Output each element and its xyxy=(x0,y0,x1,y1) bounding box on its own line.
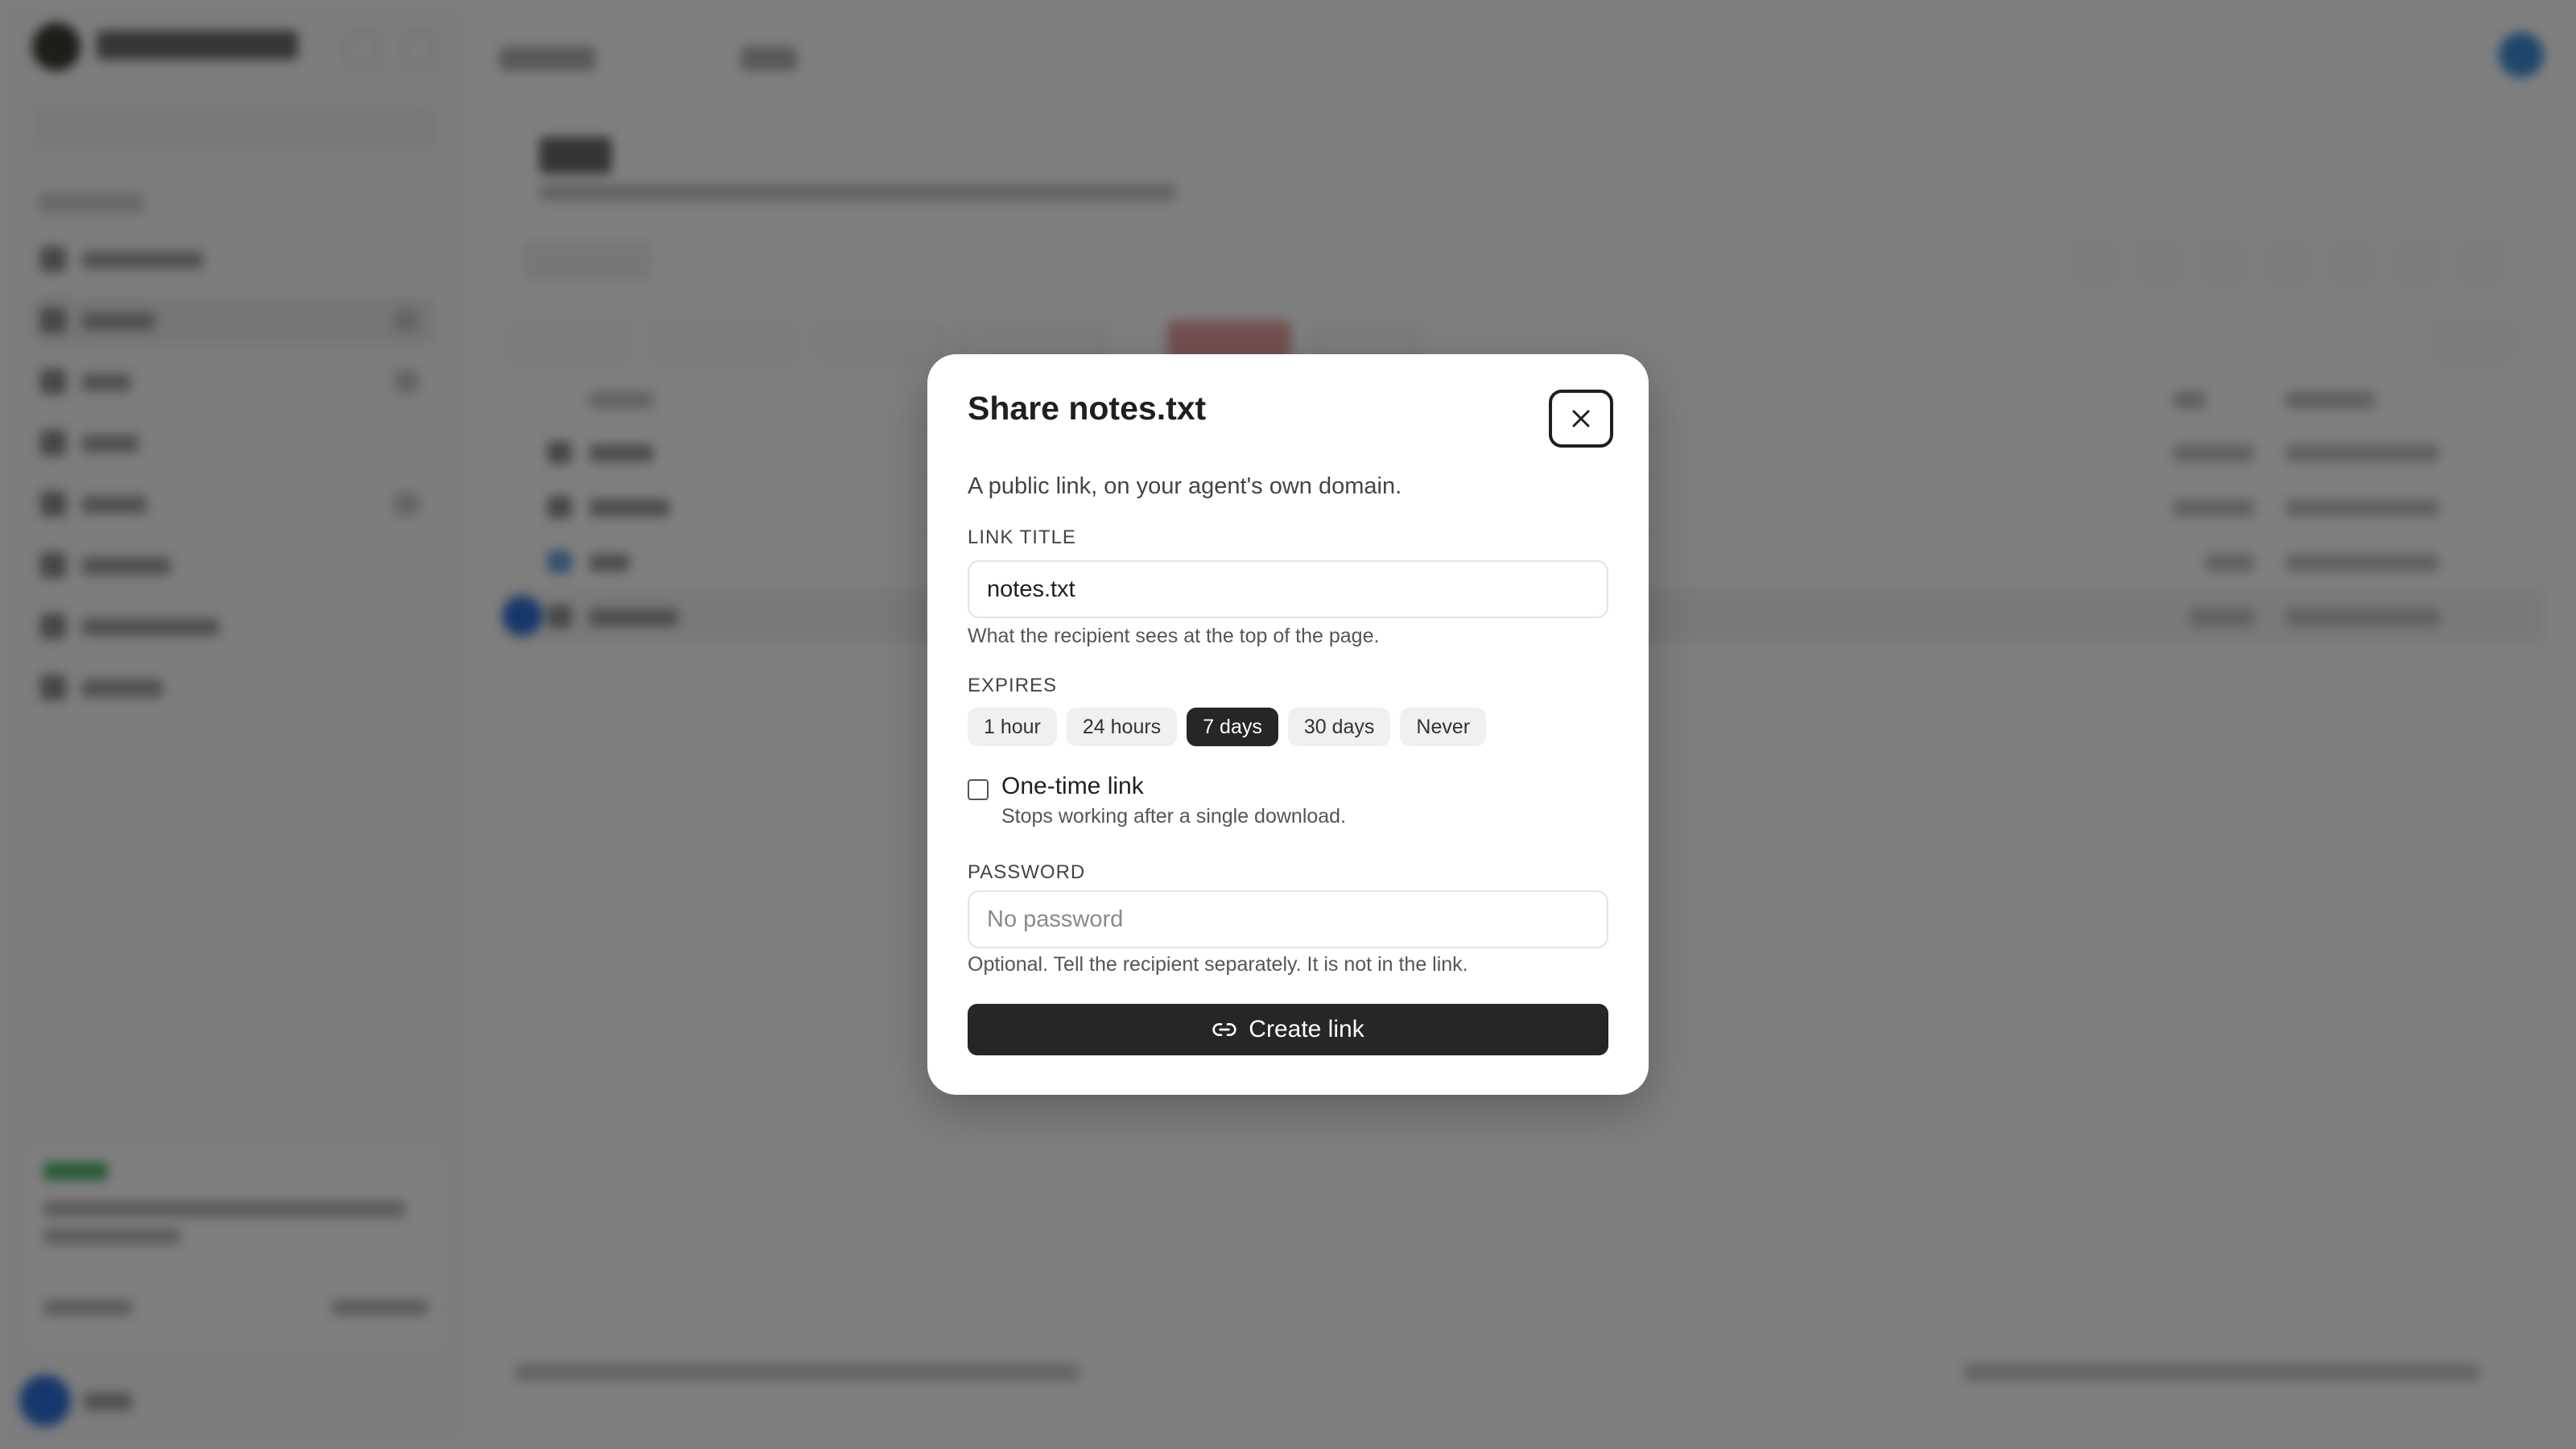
one-time-link-checkbox[interactable] xyxy=(968,779,989,800)
expires-option-never[interactable]: Never xyxy=(1400,708,1487,746)
link-title-help: What the recipient sees at the top of th… xyxy=(968,625,1380,647)
link-title-label: LINK TITLE xyxy=(968,526,1076,548)
close-icon xyxy=(1572,410,1590,427)
share-dialog: Share notes.txt A public link, on your a… xyxy=(927,354,1649,1095)
one-time-link-texts: One-time link Stops working after a sing… xyxy=(1001,773,1346,828)
password-label: PASSWORD xyxy=(968,861,1086,883)
create-link-label: Create link xyxy=(1249,1016,1364,1042)
close-button[interactable] xyxy=(1549,390,1613,448)
expires-option-7-days[interactable]: 7 days xyxy=(1187,708,1278,746)
password-help: Optional. Tell the recipient separately.… xyxy=(968,953,1468,976)
expires-option-30-days[interactable]: 30 days xyxy=(1287,708,1391,746)
create-link-button[interactable]: Create link xyxy=(968,1004,1608,1055)
dialog-description: A public link, on your agent's own domai… xyxy=(968,473,1402,499)
password-input[interactable] xyxy=(968,890,1608,948)
expires-option-1-hour[interactable]: 1 hour xyxy=(968,708,1057,746)
one-time-link-label[interactable]: One-time link xyxy=(1001,773,1346,800)
expires-options: 1 hour 24 hours 7 days 30 days Never xyxy=(968,708,1487,746)
one-time-link-help: Stops working after a single download. xyxy=(1001,805,1347,828)
link-title-input[interactable] xyxy=(968,560,1608,618)
expires-option-24-hours[interactable]: 24 hours xyxy=(1066,708,1178,746)
expires-label: EXPIRES xyxy=(968,675,1058,696)
link-icon xyxy=(1212,1023,1236,1036)
one-time-link-option: One-time link Stops working after a sing… xyxy=(968,773,1346,828)
dialog-title: Share notes.txt xyxy=(968,390,1207,427)
